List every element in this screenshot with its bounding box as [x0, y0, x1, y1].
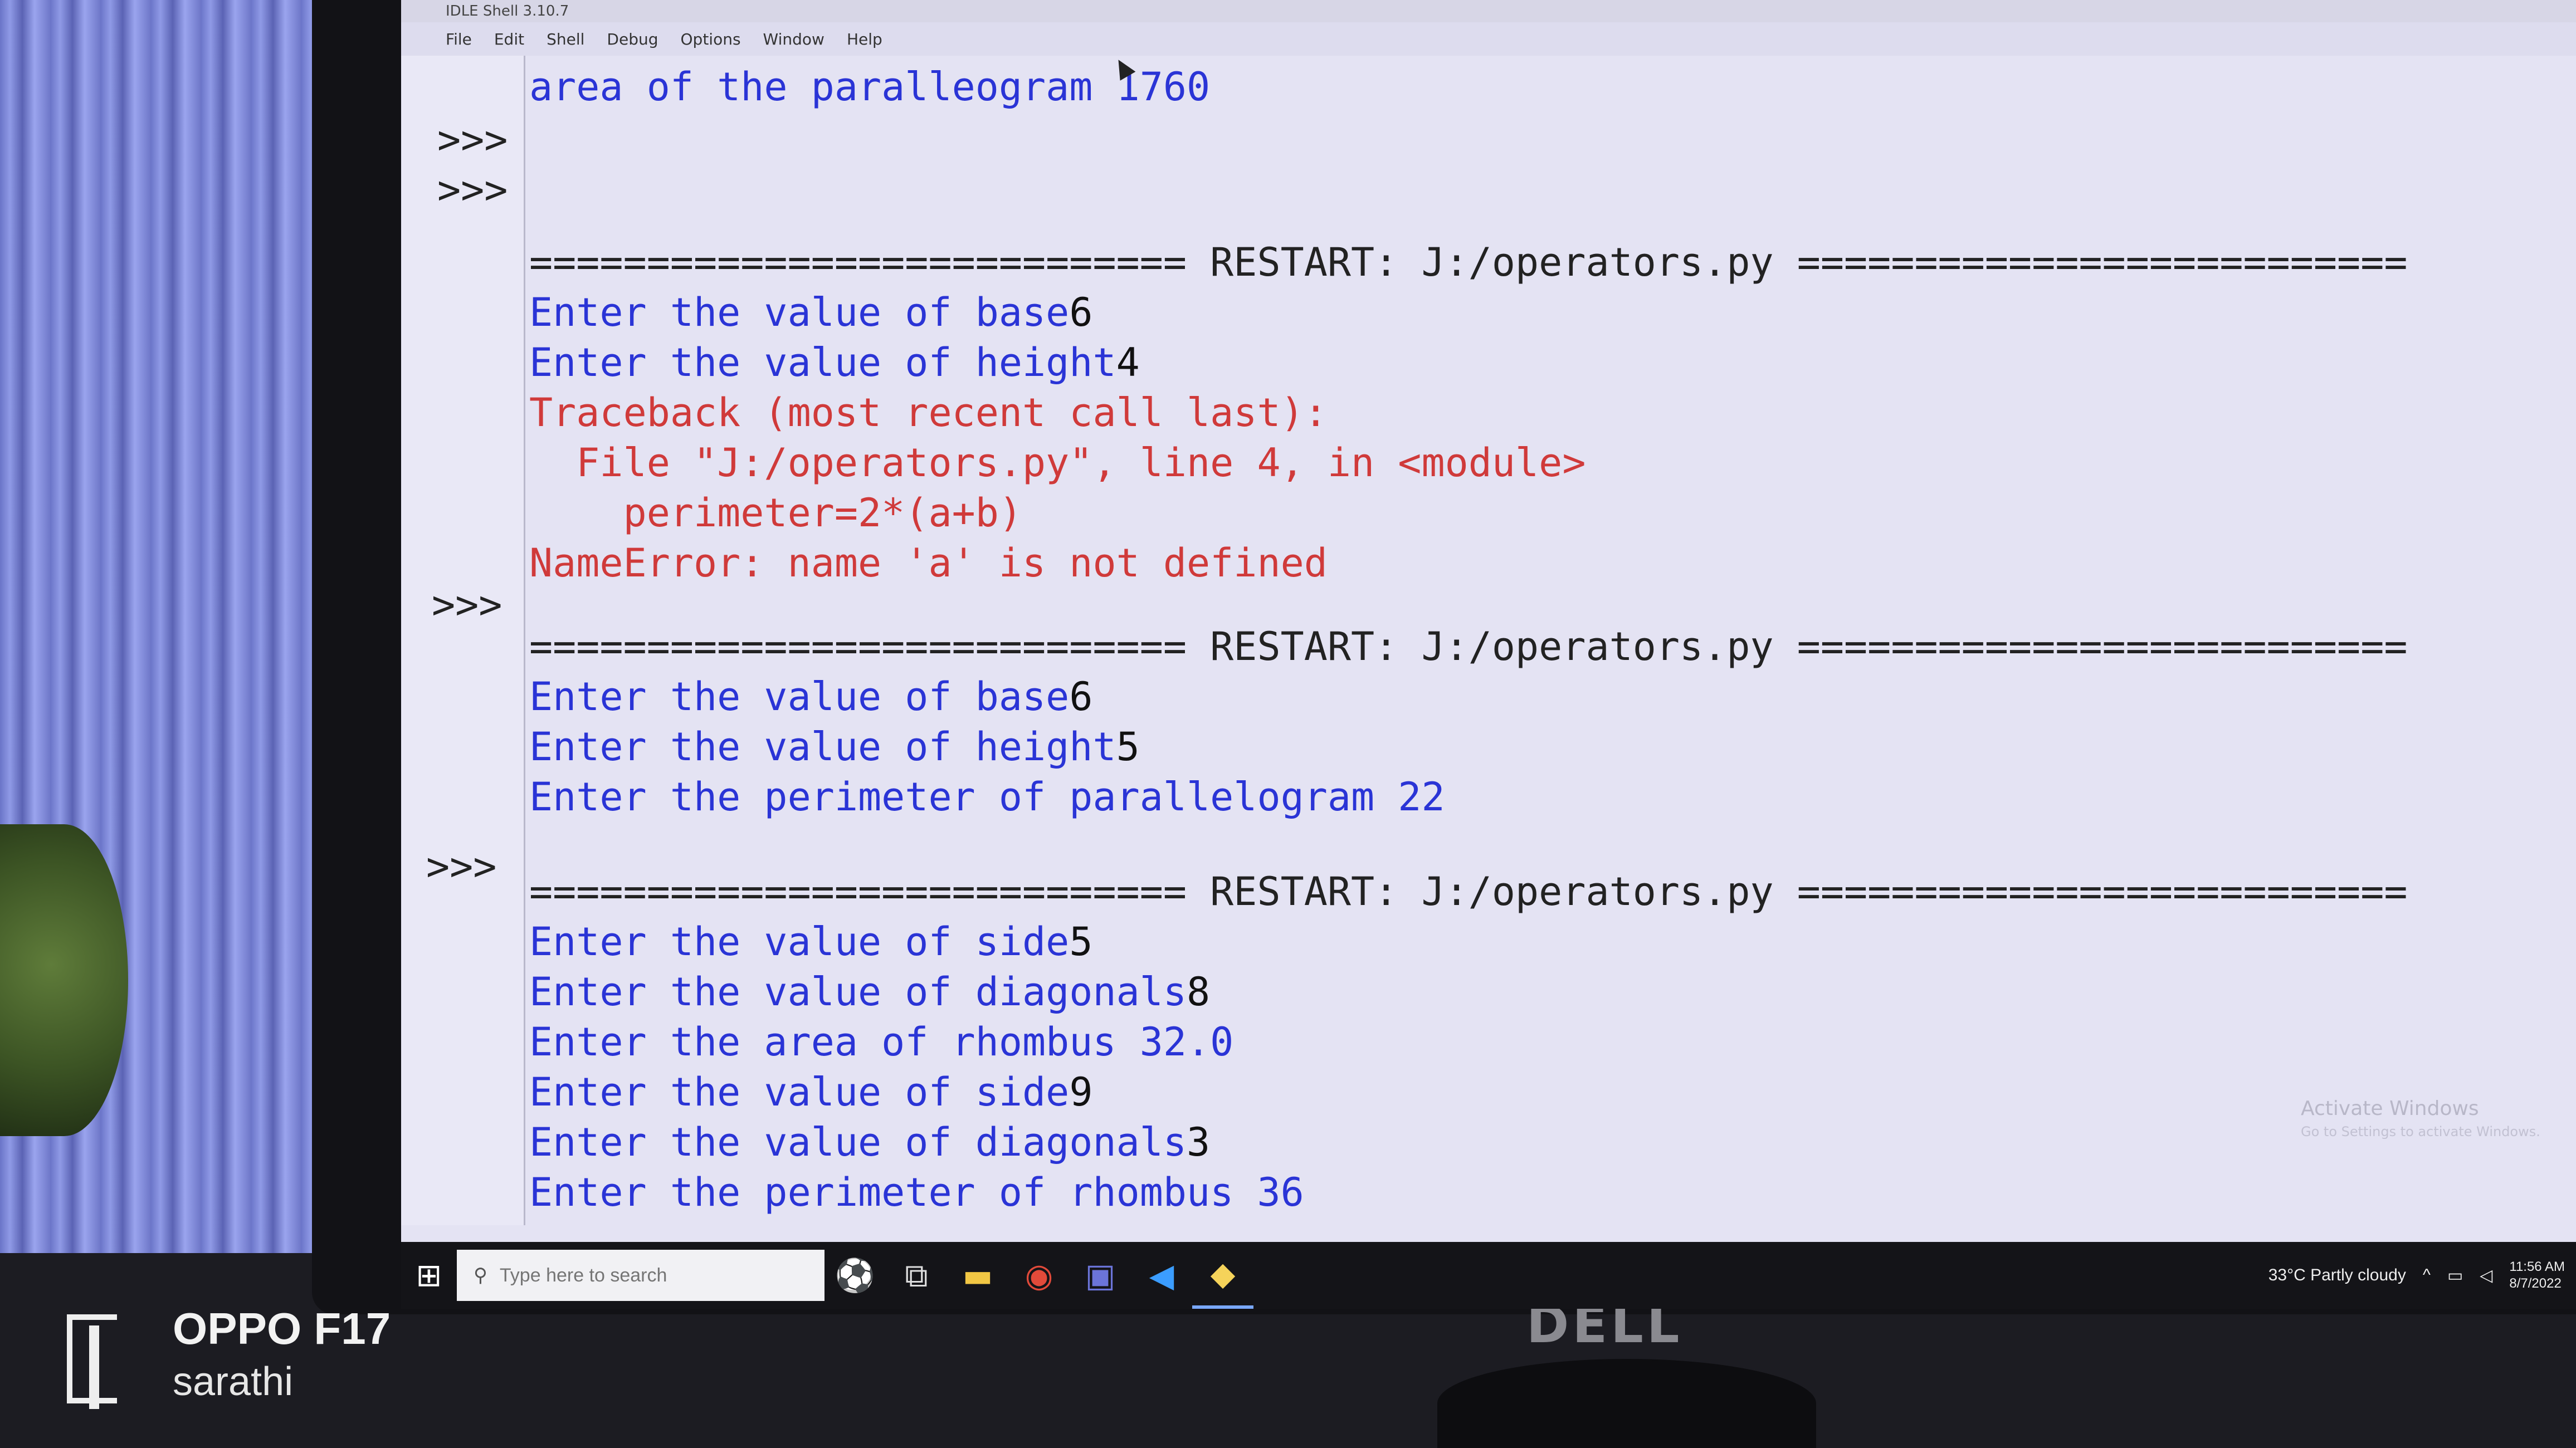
python-idle-icon[interactable]: ◆	[1192, 1242, 1253, 1309]
tray-chevron-icon[interactable]: ^	[2423, 1266, 2431, 1285]
shell-line: Enter the value of height5	[529, 724, 1140, 770]
menu-options[interactable]: Options	[681, 30, 741, 48]
user-input: 6	[1069, 674, 1093, 720]
taskbar-clock[interactable]: 11:56 AM 8/7/2022	[2509, 1259, 2565, 1292]
shell-prompt: >>>	[432, 582, 502, 628]
activate-windows-subtitle: Go to Settings to activate Windows.	[2301, 1124, 2540, 1139]
soccer-ball-icon[interactable]: ⚽	[824, 1242, 886, 1309]
network-icon[interactable]: ▭	[2447, 1266, 2463, 1285]
vscode-icon[interactable]: ◀	[1131, 1242, 1192, 1309]
shell-line: area of the paralleogram 1760	[529, 64, 1211, 110]
shell-line: Enter the value of side5	[529, 919, 1093, 965]
shell-line: Enter the value of side9	[529, 1069, 1093, 1115]
restart-separator: ============================ RESTART: J:…	[529, 869, 2408, 914]
camera-logo-icon	[67, 1314, 117, 1409]
user-input: 9	[1069, 1069, 1093, 1115]
menu-debug[interactable]: Debug	[607, 30, 658, 48]
camera-model: OPPO F17	[173, 1304, 391, 1353]
user-input: 4	[1116, 340, 1140, 385]
user-input: 5	[1069, 919, 1093, 965]
system-tray: 33°C Partly cloudy ^ ▭ ◁ 11:56 AM 8/7/20…	[2268, 1242, 2565, 1309]
shell-prompt: >>>	[426, 844, 497, 889]
menu-window[interactable]: Window	[763, 30, 824, 48]
prompt-gutter: >>> >>> >>> >>>	[401, 56, 525, 1225]
activate-windows-watermark: Activate Windows	[2301, 1097, 2479, 1120]
windows-start-icon[interactable]: ⊞	[401, 1242, 457, 1309]
shell-line: Enter the value of base6	[529, 674, 1093, 720]
background-plant	[0, 824, 128, 1136]
traceback-line: Traceback (most recent call last):	[529, 390, 1328, 436]
user-input: 8	[1187, 969, 1211, 1015]
menu-file[interactable]: File	[446, 30, 472, 48]
menu-bar: File Edit Shell Debug Options Window Hel…	[401, 22, 2576, 56]
camera-user: sarathi	[173, 1359, 294, 1404]
shell-output[interactable]: area of the paralleogram 1760 ==========…	[529, 56, 2568, 1215]
shell-line: Enter the perimeter of rhombus 36	[529, 1170, 1304, 1215]
user-input: 6	[1069, 290, 1093, 335]
file-explorer-icon[interactable]: ▬	[947, 1242, 1008, 1309]
monitor-stand	[1437, 1359, 1816, 1448]
shell-line: Enter the area of rhombus 32.0	[529, 1019, 1234, 1065]
taskbar-search[interactable]: ⚲	[457, 1250, 824, 1301]
search-icon: ⚲	[474, 1264, 487, 1286]
restart-separator: ============================ RESTART: J:…	[529, 239, 2408, 285]
shell-prompt: >>>	[437, 167, 508, 213]
menu-help[interactable]: Help	[847, 30, 882, 48]
idle-shell-window: IDLE Shell 3.10.7 File Edit Shell Debug …	[401, 0, 2576, 1281]
teams-icon[interactable]: ▣	[1070, 1242, 1131, 1309]
menu-shell[interactable]: Shell	[547, 30, 584, 48]
menu-edit[interactable]: Edit	[494, 30, 524, 48]
user-input: 3	[1187, 1119, 1211, 1165]
shell-line: Enter the perimeter of parallelogram 22	[529, 774, 1445, 820]
chrome-icon[interactable]: ◉	[1008, 1242, 1070, 1309]
taskbar: ⊞ ⚲ ⚽ ⧉ ▬ ◉ ▣ ◀ ◆ 33°C Partly cloudy ^ ▭…	[401, 1242, 2576, 1309]
window-titlebar: IDLE Shell 3.10.7	[401, 0, 2576, 22]
shell-line: Enter the value of diagonals8	[529, 969, 1211, 1015]
restart-separator: ============================ RESTART: J:…	[529, 624, 2408, 669]
shell-line: Enter the value of diagonals3	[529, 1119, 1211, 1165]
traceback-line: perimeter=2*(a+b)	[529, 490, 1023, 536]
weather-status[interactable]: 33°C Partly cloudy	[2268, 1266, 2406, 1285]
shell-line: Enter the value of base6	[529, 290, 1093, 335]
user-input: 5	[1116, 724, 1140, 770]
error-message: NameError: name 'a' is not defined	[529, 540, 1328, 586]
volume-icon[interactable]: ◁	[2480, 1266, 2492, 1285]
traceback-line: File "J:/operators.py", line 4, in <modu…	[529, 440, 1586, 486]
task-view-icon[interactable]: ⧉	[886, 1242, 947, 1309]
shell-prompt: >>>	[437, 117, 508, 163]
shell-line: Enter the value of height4	[529, 340, 1140, 385]
search-input[interactable]	[498, 1264, 724, 1287]
